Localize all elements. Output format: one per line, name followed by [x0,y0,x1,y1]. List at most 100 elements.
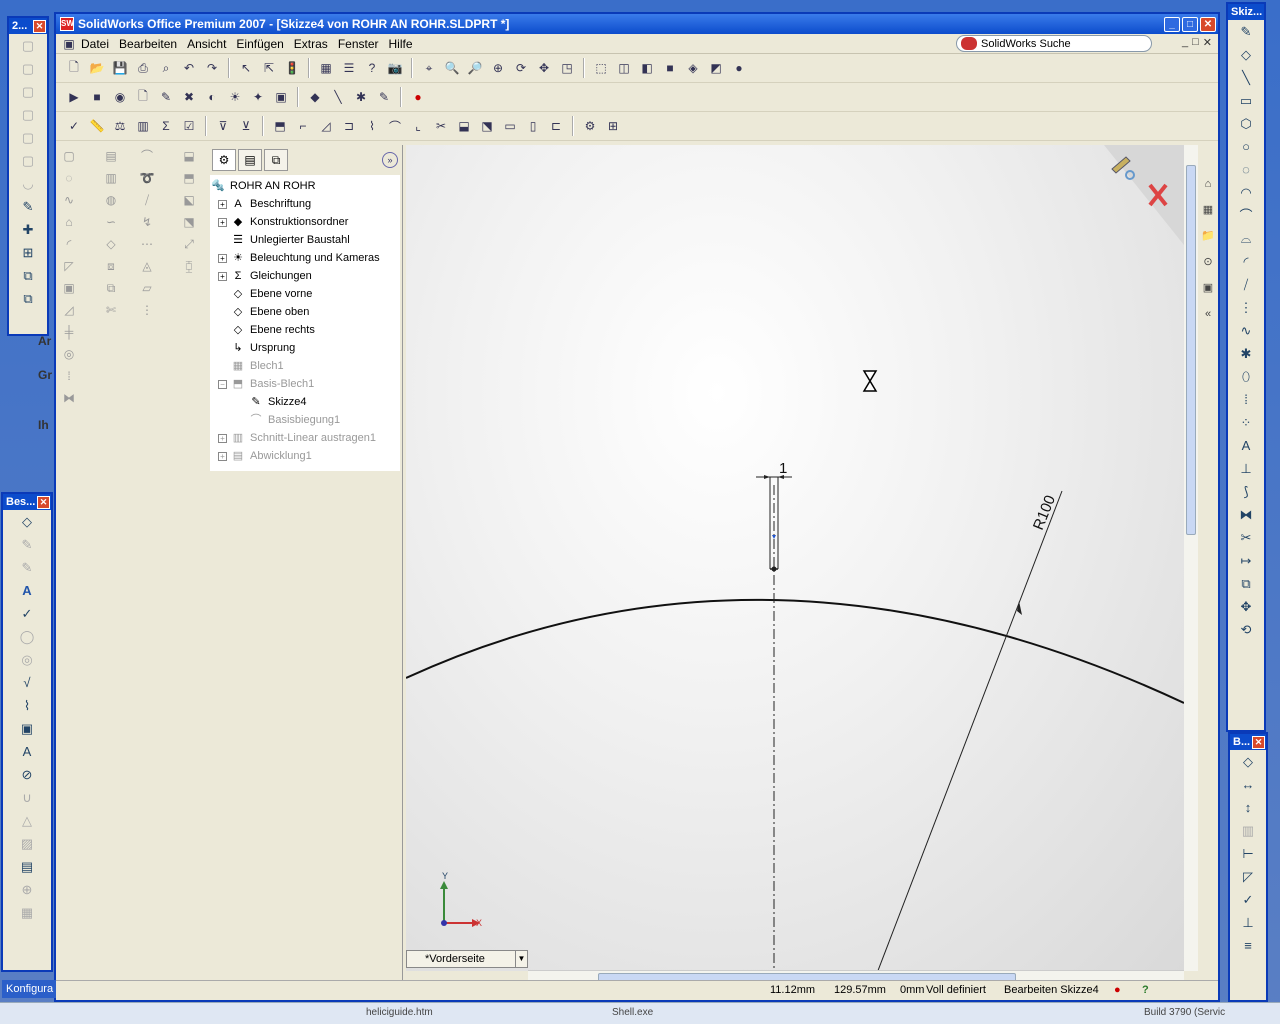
miter-flange-icon[interactable]: ◿ [316,116,336,136]
ordinate-dimension-icon[interactable]: ⊢ [1237,843,1259,865]
tree-item[interactable]: ☰ Unlegierter Baustahl [210,231,400,249]
close-doc-icon[interactable]: ✖ [179,87,199,107]
dimension-thickness[interactable]: 1 [756,460,792,479]
unfold-icon[interactable]: ⬓ [454,116,474,136]
surface-finish-icon[interactable]: √ [16,672,38,694]
fold-icon[interactable]: ⬔ [477,116,497,136]
window-tile-icon[interactable]: ▦ [316,58,336,78]
three-point-arc-icon[interactable]: ⌓ [1235,228,1257,250]
camera-icon[interactable]: 📷 [385,58,405,78]
mass-properties-icon[interactable]: ⚖ [110,116,130,136]
document-icon[interactable]: ▣ [62,34,76,54]
home-icon[interactable]: ⌂ [1198,174,1218,194]
hidden-lines-icon[interactable]: ◫ [614,58,634,78]
tooling-split-icon[interactable]: ⧮ [178,255,200,277]
rebuild-icon[interactable]: 🚦 [282,58,302,78]
tree-item[interactable]: − ⬒ Basis-Blech1 [210,375,400,393]
scroll-thumb[interactable] [1186,165,1196,535]
add-sketch-icon[interactable]: ✚ [17,219,39,241]
closed-corner-icon[interactable]: ⌞ [408,116,428,136]
tab-configuration-manager[interactable]: ⧉ [264,149,288,171]
knit-icon[interactable]: ⧉ [100,277,122,299]
dimension-radius[interactable]: R100 [874,490,1063,971]
menu-fenster[interactable]: Fenster [333,37,384,51]
flatten-icon[interactable]: ▭ [500,116,520,136]
maximize-button[interactable]: □ [1182,16,1198,32]
print-preview-icon[interactable]: ⌕ [156,58,176,78]
tree-item[interactable]: ✎ Skizze4 [210,393,400,411]
help-status-icon[interactable]: ? [1142,984,1149,996]
vent-icon[interactable]: ⊞ [603,116,623,136]
mold-icon[interactable]: ⬓ [178,145,200,167]
geometric-tolerance-icon[interactable]: ▣ [16,718,38,740]
smart-dimension-icon[interactable]: ◇ [1235,44,1257,66]
floating-toolbar-title[interactable]: B... ✕ [1230,734,1266,750]
scale-icon[interactable]: ⤢ [178,233,200,255]
no-bends-icon[interactable]: ▯ [523,116,543,136]
menu-bearbeiten[interactable]: Bearbeiten [114,37,182,51]
circle-icon[interactable]: ○ [1235,136,1257,158]
axis-ref-icon[interactable]: ⋮ [136,299,158,321]
text-icon[interactable]: A [1235,435,1257,457]
tree-item[interactable]: + ▥ Schnitt-Linear austragen1 [210,429,400,447]
plane-icon[interactable]: ⊥ [1235,458,1257,480]
tangent-arc-icon[interactable]: ⌒ [1235,205,1257,227]
addin-icon[interactable]: ✦ [248,87,268,107]
weld-symbol-icon[interactable]: ⌇ [16,695,38,717]
cube-icon[interactable]: ▣ [271,87,291,107]
note-icon[interactable]: A [16,580,38,602]
cavity-icon[interactable]: ⬔ [178,211,200,233]
rotate-icon[interactable]: ⟳ [511,58,531,78]
sheet-metal-icon[interactable]: ⬒ [270,116,290,136]
chamfer-icon[interactable]: ◸ [58,255,80,277]
minimize-button[interactable]: _ [1164,16,1180,32]
shell-icon[interactable]: ▣ [58,277,80,299]
curve-icon[interactable]: ⌒ [136,145,158,167]
mdi-close-button[interactable]: ✕ [1203,36,1212,49]
insert-bends-icon[interactable]: ⊏ [546,116,566,136]
table-icon[interactable]: ▦ [16,902,38,924]
menu-datei[interactable]: Datei [76,37,114,51]
ellipse-icon[interactable]: ⬯ [1235,366,1257,388]
datum-feature-icon[interactable]: A [16,741,38,763]
taskbar-item[interactable]: heliciguide.htm [366,1007,433,1018]
tree-item[interactable]: + ☀ Beleuchtung und Kameras [210,249,400,267]
block-icon[interactable]: ▤ [16,856,38,878]
centerline-icon[interactable]: ⧸ [1235,274,1257,296]
save-icon[interactable]: 💾 [110,58,130,78]
search-results-icon[interactable]: ⊙ [1198,252,1218,272]
cylinder-icon[interactable]: ◡ [17,173,39,195]
tree-item[interactable]: ▦ Blech1 [210,357,400,375]
trim-surface-icon[interactable]: ✄ [100,299,122,321]
split-line-icon[interactable]: ⧸ [136,189,158,211]
view-tab[interactable]: *Vorderseite ▼ [406,950,528,968]
wireframe-icon[interactable]: ⬚ [591,58,611,78]
undo-icon[interactable]: ↶ [179,58,199,78]
convert-entities-icon[interactable]: ⧉ [1235,573,1257,595]
surface-revolve-icon[interactable]: ◍ [100,189,122,211]
expand-pane-icon[interactable]: « [1198,304,1218,324]
realview-icon[interactable]: ● [729,58,749,78]
sketch-canvas[interactable]: 1 R100 Y X [406,145,1184,971]
edit-macro-icon[interactable]: ✎ [156,87,176,107]
menu-einfuegen[interactable]: Einfügen [231,37,288,51]
tree-item[interactable]: ⌒ Basisbiegung1 [210,411,400,429]
taskbar-item[interactable]: Shell.exe [612,1007,653,1018]
record-macro-icon[interactable]: ◉ [110,87,130,107]
photoworks-icon[interactable]: ☀ [225,87,245,107]
spell-check-icon[interactable]: ✓ [64,116,84,136]
expand-toggle-icon[interactable]: − [218,379,227,389]
pattern-icon[interactable]: ⁞ [58,365,80,387]
mirror-icon[interactable]: ⧓ [1235,504,1257,526]
rip-icon[interactable]: ✂ [431,116,451,136]
tree-item[interactable]: ◇ Ebene oben [210,303,400,321]
zoom-fit-icon[interactable]: ⌖ [419,58,439,78]
sketch-point[interactable] [771,566,777,572]
close-icon[interactable]: ✕ [1252,735,1265,749]
tab-property-manager[interactable]: ▤ [238,149,262,171]
search-input[interactable]: SolidWorks Suche [956,35,1152,52]
relations-icon[interactable]: ⊥ [1237,912,1259,934]
mirror-icon[interactable]: ⧓ [58,387,80,409]
area-hatch-icon[interactable]: ▨ [16,833,38,855]
composite-curve-icon[interactable]: ⋯ [136,233,158,255]
